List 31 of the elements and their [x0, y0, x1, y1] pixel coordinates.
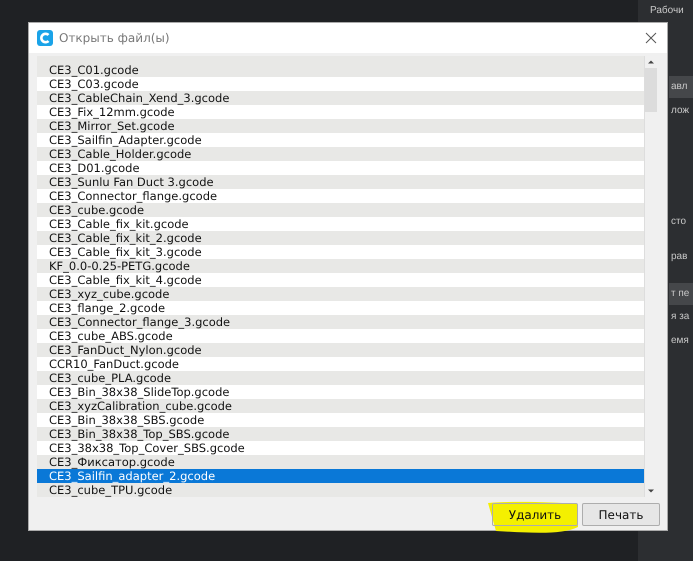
file-item[interactable]: CE3_xyzCalibration_cube.gcode	[37, 399, 644, 413]
app-logo-icon	[37, 30, 53, 46]
file-item[interactable]: KF_0.0-0.25-PETG.gcode	[37, 259, 644, 273]
scroll-thumb[interactable]	[645, 68, 657, 112]
close-icon[interactable]	[645, 32, 657, 44]
panel-item[interactable]: сто	[669, 211, 693, 233]
file-item[interactable]: CE3_C01.gcode	[37, 63, 644, 77]
file-item[interactable]: CE3_cube_TPU.gcode	[37, 483, 644, 497]
file-item[interactable]: CE3_cube.gcode	[37, 203, 644, 217]
file-item[interactable]: CE3_xyz_cube.gcode	[37, 287, 644, 301]
file-item[interactable]: CE3_Sunlu Fan Duct 3.gcode	[37, 175, 644, 189]
panel-item[interactable]: авл	[669, 76, 693, 98]
file-item[interactable]: CE3_FanDuct_Nylon.gcode	[37, 343, 644, 357]
panel-item[interactable]: т пе	[669, 283, 693, 305]
dialog-button[interactable]: Удалить	[492, 503, 578, 526]
file-item[interactable]: CE3_Sailfin_adapter_2.gcode	[37, 469, 644, 483]
panel-item[interactable]: емя	[669, 330, 693, 352]
file-item[interactable]: CE3_Cable_Holder.gcode	[37, 147, 644, 161]
panel-item[interactable]: лож	[669, 100, 693, 122]
file-item[interactable]: CE3_Cable_fix_kit_2.gcode	[37, 231, 644, 245]
file-item[interactable]: CE3_CableChain_Xend_3.gcode	[37, 91, 644, 105]
panel-item[interactable]: я за	[669, 306, 693, 328]
panel-heading: Рабочи	[650, 5, 684, 16]
file-item[interactable]: CE3_Connector_flange_3.gcode	[37, 315, 644, 329]
file-item[interactable]: CE3_cube_PLA.gcode	[37, 371, 644, 385]
file-item[interactable]: CE3_Mirror_Set.gcode	[37, 119, 644, 133]
panel-item[interactable]: рав	[669, 246, 693, 268]
file-item[interactable]: CE3_Фиксатор.gcode	[37, 455, 644, 469]
window-title: Открыть файл(ы)	[59, 31, 171, 45]
file-item[interactable]: CE3_Bin_38x38_Top_SBS.gcode	[37, 427, 644, 441]
dialog-button[interactable]: Печать	[582, 503, 660, 526]
